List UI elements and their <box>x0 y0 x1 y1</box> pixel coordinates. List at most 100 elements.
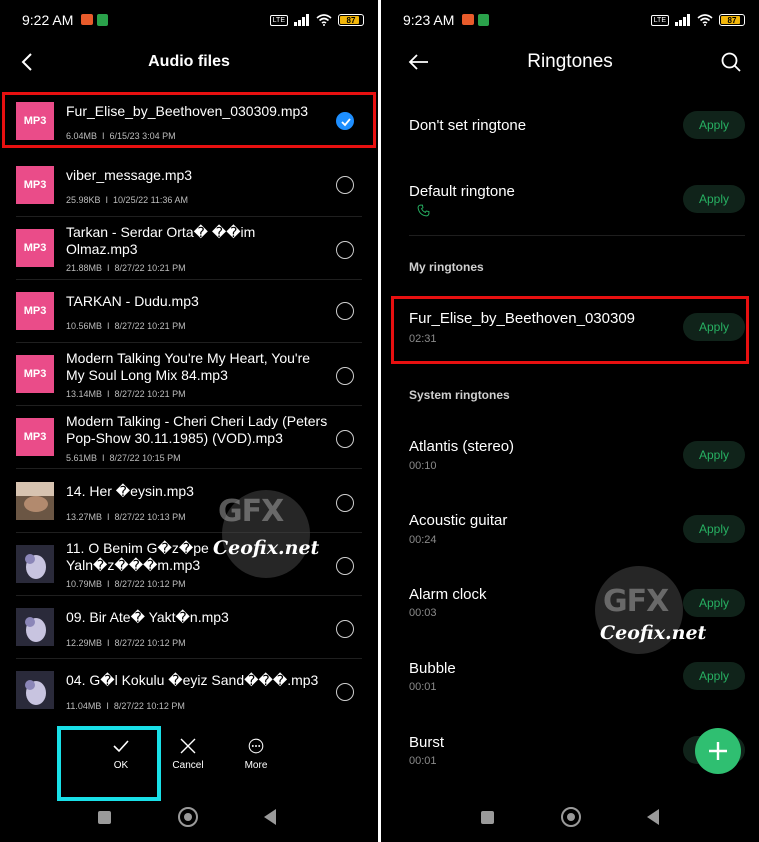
highlight-frame <box>2 92 376 148</box>
file-meta: 13.27MB I 8/27/22 10:13 PM <box>66 512 186 522</box>
volte-icon: LTE <box>650 14 669 26</box>
wifi-icon <box>316 14 332 26</box>
search-icon[interactable] <box>719 50 743 74</box>
apply-button[interactable]: Apply <box>683 589 745 617</box>
ringtone-row-default[interactable]: Default ringtone Apply <box>381 170 759 234</box>
file-row-3[interactable]: MP3 Tarkan - Serdar Orta� ��im Olmaz.mp3… <box>0 217 378 280</box>
file-meta: 10.79MB I 8/27/22 10:12 PM <box>66 579 186 589</box>
section-header-system-ringtones: System ringtones <box>409 388 510 402</box>
file-row-5[interactable]: MP3 Modern Talking You're My Heart, You'… <box>0 343 378 406</box>
status-bar: 9:23 AM LTE 87 <box>381 0 759 40</box>
ringtone-name: Burst <box>409 734 445 751</box>
file-checkbox[interactable] <box>336 494 354 512</box>
back-icon[interactable] <box>647 809 659 825</box>
home-icon[interactable] <box>178 807 198 827</box>
file-name: 04. G�l Kokulu �eyiz Sand���.mp3 <box>66 672 319 688</box>
highlight-frame <box>391 296 749 364</box>
watermark-text: Ceofix.net <box>213 537 320 559</box>
apply-button[interactable]: Apply <box>683 441 745 469</box>
file-row-10[interactable]: 04. G�l Kokulu �eyiz Sand���.mp3 11.04MB… <box>0 659 378 722</box>
plus-icon <box>709 742 727 760</box>
file-checkbox[interactable] <box>336 176 354 194</box>
file-checkbox[interactable] <box>336 367 354 385</box>
file-name: Modern Talking You're My Heart, You're M… <box>66 350 311 383</box>
audio-files-screen: 9:22 AM LTE 87 Audio files MP3 Fur_Elise… <box>0 0 378 842</box>
status-time: 9:22 AM <box>22 12 74 28</box>
more-icon <box>248 738 264 754</box>
mp3-icon: MP3 <box>16 292 54 330</box>
ringtone-row[interactable]: Atlantis (stereo) 00:10 Apply <box>381 428 759 488</box>
ringtone-duration: 00:24 <box>409 534 437 546</box>
app-bar: Ringtones <box>381 42 759 82</box>
mp3-icon: MP3 <box>16 166 54 204</box>
album-art-thumbnail <box>16 482 54 520</box>
ringtone-name: Don't set ringtone <box>409 117 527 134</box>
ringtone-row-none[interactable]: Don't set ringtone Apply <box>381 100 759 152</box>
app-bar: Audio files <box>0 42 378 82</box>
ringtone-duration: 00:01 <box>409 681 437 693</box>
file-row-9[interactable]: 09. Bir Ate� Yakt�n.mp3 12.29MB I 8/27/2… <box>0 596 378 659</box>
file-row-7[interactable]: 14. Her �eysin.mp3 13.27MB I 8/27/22 10:… <box>0 470 378 533</box>
file-checkbox[interactable] <box>336 557 354 575</box>
recents-icon[interactable] <box>98 811 111 824</box>
file-row-6[interactable]: MP3 Modern Talking - Cheri Cheri Lady (P… <box>0 406 378 469</box>
status-bar: 9:22 AM LTE 87 <box>0 0 378 40</box>
album-art-thumbnail <box>16 671 54 709</box>
ringtone-name: Acoustic guitar <box>409 512 508 529</box>
ringtone-duration: 00:03 <box>409 607 437 619</box>
volte-icon: LTE <box>269 14 288 26</box>
file-meta: 13.14MB I 8/27/22 10:21 PM <box>66 389 186 399</box>
highlight-frame-ok <box>57 726 161 801</box>
status-time: 9:23 AM <box>403 12 455 28</box>
ringtone-duration: 00:01 <box>409 755 437 767</box>
ringtone-name: Default ringtone <box>409 183 515 200</box>
download-icon <box>97 14 109 26</box>
recents-icon[interactable] <box>481 811 494 824</box>
mp3-icon: MP3 <box>16 229 54 267</box>
file-checkbox[interactable] <box>336 430 354 448</box>
section-header-my-ringtones: My ringtones <box>409 260 484 274</box>
mp3-icon: MP3 <box>16 355 54 393</box>
battery-icon: 87 <box>338 14 364 26</box>
ringtone-duration: 00:10 <box>409 460 437 472</box>
file-meta: 5.61MB I 8/27/22 10:15 PM <box>66 453 181 463</box>
mp3-icon: MP3 <box>16 418 54 456</box>
file-checkbox[interactable] <box>336 683 354 701</box>
apply-button[interactable]: Apply <box>683 111 745 139</box>
ringtone-row[interactable]: Acoustic guitar 00:24 Apply <box>381 502 759 562</box>
watermark-text: Ceofix.net <box>600 622 707 644</box>
signal-icon <box>675 14 690 26</box>
ringtone-row[interactable]: Bubble 00:01 Apply <box>381 650 759 710</box>
file-checkbox[interactable] <box>336 302 354 320</box>
signal-icon <box>294 14 309 26</box>
ringtone-name: Bubble <box>409 660 456 677</box>
album-art-thumbnail <box>16 608 54 646</box>
apply-button[interactable]: Apply <box>683 662 745 690</box>
wifi-icon <box>697 14 713 26</box>
ringtones-screen: 9:23 AM LTE 87 Ringtones Don't set ringt… <box>381 0 759 842</box>
file-row-4[interactable]: MP3 TARKAN - Dudu.mp3 10.56MB I 8/27/22 … <box>0 280 378 343</box>
file-meta: 12.29MB I 8/27/22 10:12 PM <box>66 638 186 648</box>
file-row-2[interactable]: MP3 viber_message.mp3 25.98KB I 10/25/22… <box>0 154 378 217</box>
file-checkbox[interactable] <box>336 241 354 259</box>
more-button[interactable]: More <box>221 728 291 771</box>
file-meta: 25.98KB I 10/25/22 11:36 AM <box>66 195 188 205</box>
ringtone-name: Atlantis (stereo) <box>409 438 515 455</box>
system-nav-bar <box>0 798 378 838</box>
apply-button[interactable]: Apply <box>683 185 745 213</box>
cancel-button[interactable]: Cancel <box>153 728 223 771</box>
close-icon <box>180 738 196 754</box>
ringtone-name: Alarm clock <box>409 586 487 603</box>
file-meta: 10.56MB I 8/27/22 10:21 PM <box>66 321 186 331</box>
back-icon[interactable] <box>264 809 276 825</box>
home-icon[interactable] <box>561 807 581 827</box>
notification-icon <box>81 14 94 25</box>
phone-icon <box>417 204 430 217</box>
file-name: 09. Bir Ate� Yakt�n.mp3 <box>66 609 229 625</box>
add-ringtone-button[interactable] <box>695 728 741 774</box>
apply-button[interactable]: Apply <box>683 515 745 543</box>
file-name: TARKAN - Dudu.mp3 <box>66 293 199 309</box>
file-meta: 11.04MB I 8/27/22 10:12 PM <box>66 701 185 711</box>
file-checkbox[interactable] <box>336 620 354 638</box>
file-row-8[interactable]: 11. O Benim G�z�pe Yaln�z���m.mp3 10.79M… <box>0 533 378 596</box>
